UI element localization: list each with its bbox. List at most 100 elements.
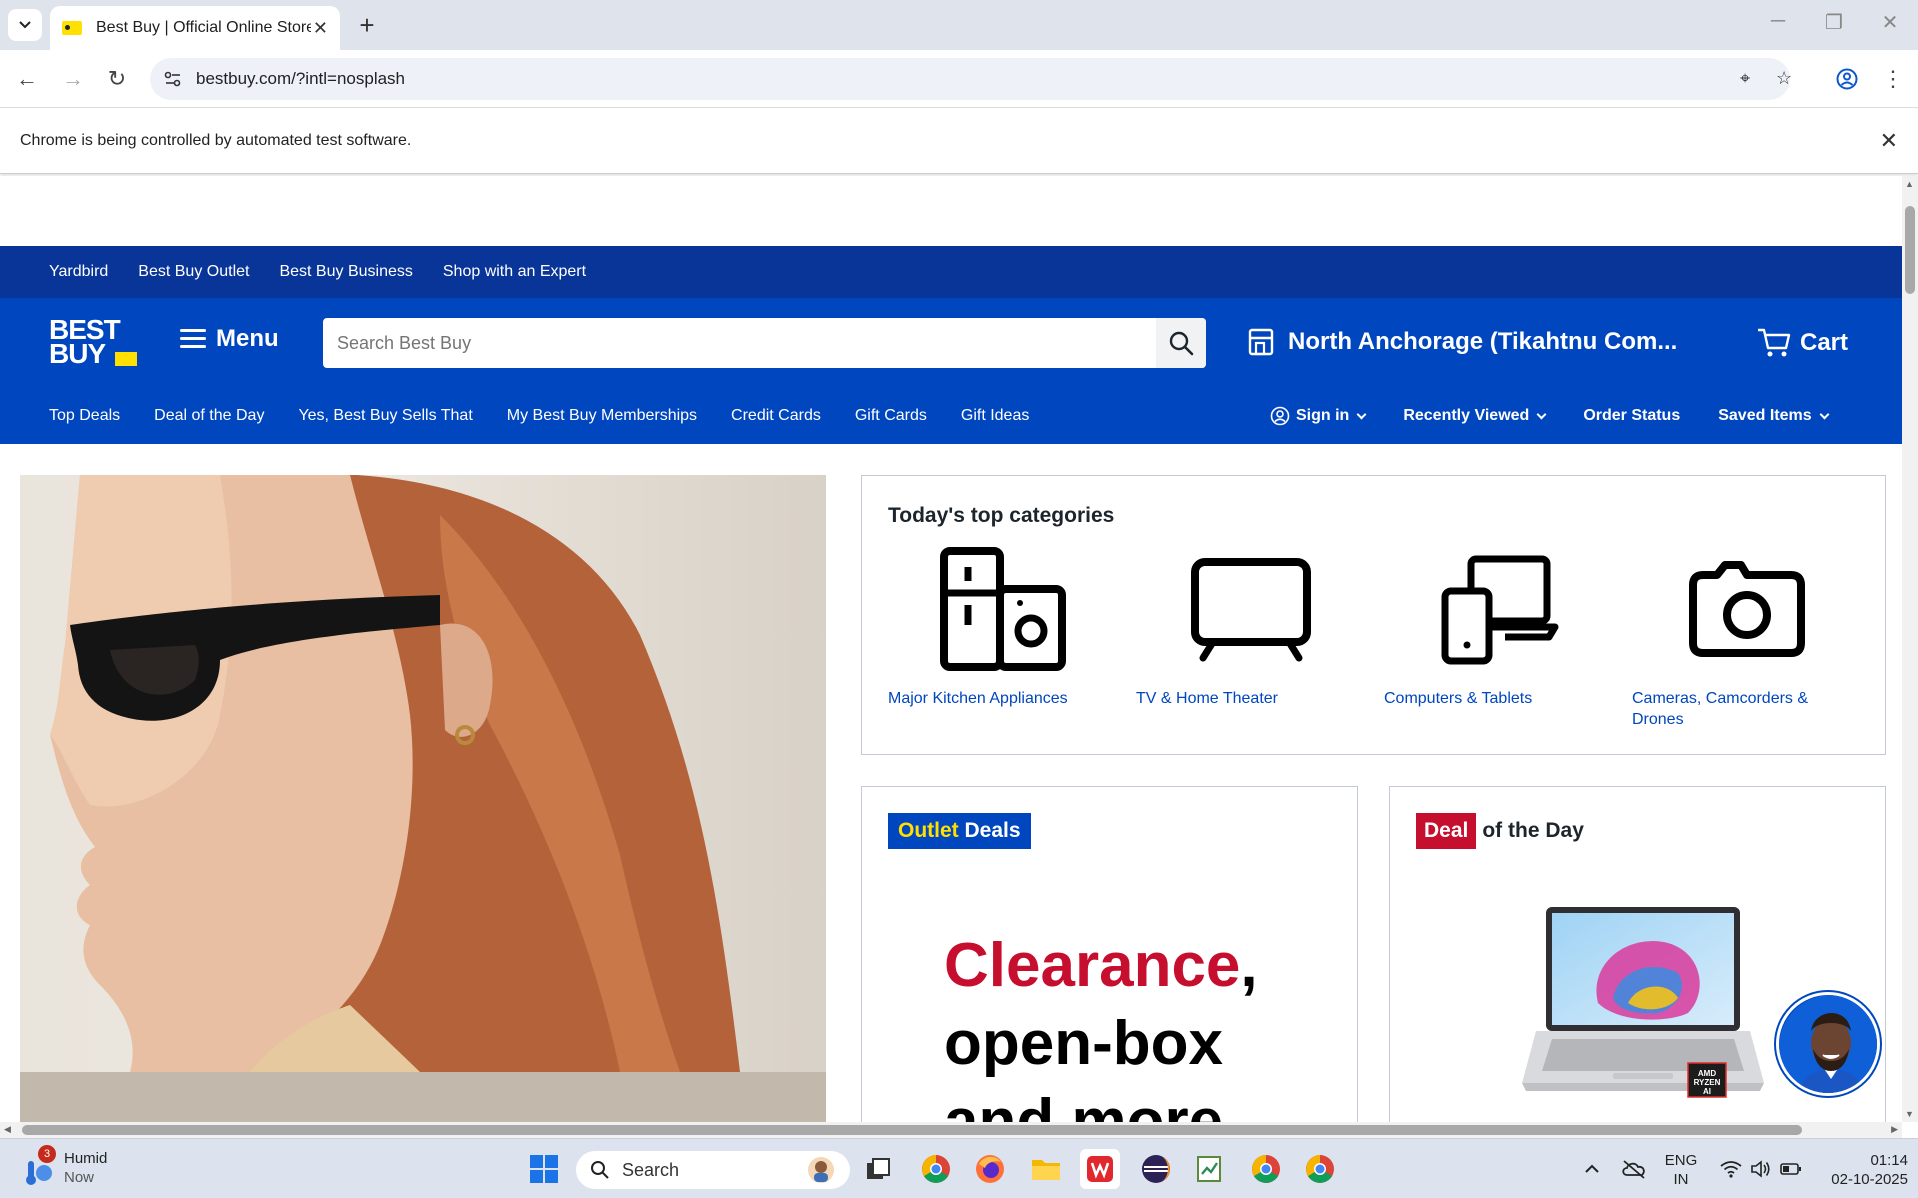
tv-icon [1136, 544, 1366, 674]
taskbar-app-chart[interactable] [1190, 1149, 1230, 1189]
clock[interactable]: 01:14 02-10-2025 [1814, 1151, 1908, 1189]
horizontal-scrollbar-thumb[interactable] [22, 1125, 1802, 1135]
taskbar-firefox[interactable] [970, 1149, 1010, 1189]
category-label: Cameras, Camcorders & Drones [1632, 690, 1809, 728]
main-header: BEST BUY Menu North Anchorage (Tikahtnu … [0, 298, 1902, 388]
saved-items-label: Saved Items [1718, 407, 1812, 424]
order-status-label: Order Status [1583, 407, 1681, 424]
taskbar-chrome-3[interactable] [1300, 1149, 1340, 1189]
language-indicator[interactable]: ENG IN [1660, 1151, 1702, 1189]
outlet-deals-card[interactable]: Outlet Deals Clearance, open-box and mor… [861, 786, 1358, 1122]
account-icon [1270, 406, 1290, 426]
clock-time: 01:14 [1870, 1152, 1908, 1169]
utility-link-business[interactable]: Best Buy Business [279, 263, 412, 281]
chrome-icon [1306, 1155, 1334, 1183]
nav-top-deals[interactable]: Top Deals [49, 407, 120, 425]
cart-button[interactable]: Cart [1756, 326, 1848, 360]
url-field[interactable]: bestbuy.com/?intl=nosplash ⌖ ☆ [150, 58, 1792, 100]
search-bar [323, 318, 1206, 368]
weather-subtitle: Now [64, 1169, 95, 1186]
category-major-kitchen-appliances[interactable]: Major Kitchen Appliances [888, 544, 1118, 709]
taskbar-eclipse[interactable] [1136, 1149, 1176, 1189]
category-computers-tablets[interactable]: Computers & Tablets [1384, 544, 1614, 709]
scroll-right-icon[interactable]: ▶ [1891, 1124, 1898, 1135]
search-highlight-icon [808, 1157, 834, 1183]
chevron-down-icon [19, 21, 31, 29]
outlet-headline: Clearance, open-box and more [944, 927, 1258, 1122]
nav-deal-of-the-day[interactable]: Deal of the Day [154, 407, 264, 425]
tray-overflow-chevron-icon[interactable] [1572, 1149, 1612, 1189]
nav-memberships[interactable]: My Best Buy Memberships [507, 407, 697, 425]
folder-icon [1032, 1160, 1060, 1180]
task-view-button[interactable] [858, 1149, 898, 1189]
category-label: Major Kitchen Appliances [888, 690, 1068, 707]
weather-widget[interactable]: 3 [18, 1145, 58, 1189]
category-tv-home-theater[interactable]: TV & Home Theater [1136, 544, 1366, 709]
start-button[interactable] [524, 1149, 564, 1189]
scroll-down-icon[interactable]: ▼ [1905, 1109, 1914, 1119]
address-bar: ← → ↻ bestbuy.com/?intl=nosplash ⌖ ☆ ⋮ [0, 50, 1918, 108]
forward-icon[interactable]: → [56, 62, 90, 96]
site-settings-icon[interactable] [164, 71, 182, 87]
order-status-link[interactable]: Order Status [1583, 407, 1680, 425]
utility-link-expert[interactable]: Shop with an Expert [443, 263, 586, 281]
recently-viewed-button[interactable]: Recently Viewed [1403, 407, 1547, 425]
browser-tabbar: Best Buy | Official Online Store | ✕ + ─… [0, 0, 1918, 50]
taskbar-chrome-2[interactable] [1246, 1149, 1286, 1189]
saved-items-button[interactable]: Saved Items [1718, 407, 1830, 425]
bookmark-star-icon[interactable]: ☆ [1776, 68, 1792, 89]
recently-viewed-label: Recently Viewed [1403, 407, 1530, 424]
of-the-day-text: of the Day [1482, 819, 1584, 842]
search-button[interactable] [1156, 318, 1206, 368]
menu-button[interactable]: Menu [180, 324, 279, 353]
chat-agent-avatar[interactable] [1776, 992, 1880, 1096]
scroll-left-icon[interactable]: ◀ [4, 1124, 11, 1135]
close-window-icon[interactable]: ✕ [1870, 10, 1910, 35]
headline-comma: , [1240, 931, 1258, 1000]
bestbuy-logo[interactable]: BEST BUY [49, 316, 137, 370]
back-icon[interactable]: ← [10, 62, 44, 96]
nav-credit-cards[interactable]: Credit Cards [731, 407, 821, 425]
utility-nav: Yardbird Best Buy Outlet Best Buy Busine… [0, 246, 1902, 298]
windows-logo-icon [530, 1155, 558, 1183]
vertical-scrollbar[interactable]: ▲ ▼ [1902, 176, 1918, 1122]
editor-icon [1197, 1156, 1221, 1182]
page-viewport: Yardbird Best Buy Outlet Best Buy Busine… [0, 176, 1902, 1122]
chevron-down-icon [1356, 409, 1367, 420]
search-input[interactable] [323, 318, 1163, 368]
nav-yes-best-buy-sells-that[interactable]: Yes, Best Buy Sells That [298, 407, 472, 425]
sign-in-button[interactable]: Sign in [1270, 406, 1367, 426]
vertical-scrollbar-thumb[interactable] [1905, 206, 1915, 294]
browser-menu-icon[interactable]: ⋮ [1876, 62, 1910, 96]
taskbar-wps[interactable] [1080, 1149, 1120, 1189]
clock-date: 02-10-2025 [1831, 1171, 1908, 1188]
wps-office-icon [1087, 1156, 1113, 1182]
horizontal-scrollbar[interactable]: ◀ ▶ [0, 1122, 1902, 1138]
nav-gift-cards[interactable]: Gift Cards [855, 407, 927, 425]
location-icon[interactable]: ⌖ [1740, 68, 1750, 89]
onedrive-offline-icon[interactable] [1614, 1149, 1654, 1189]
profile-icon[interactable] [1830, 62, 1864, 96]
utility-link-yardbird[interactable]: Yardbird [49, 263, 108, 281]
nav-gift-ideas[interactable]: Gift Ideas [961, 407, 1029, 425]
utility-link-outlet[interactable]: Best Buy Outlet [138, 263, 249, 281]
weather-title: Humid [64, 1150, 108, 1167]
restore-icon[interactable]: ❐ [1814, 10, 1854, 35]
infobar-close-icon[interactable]: ✕ [1880, 128, 1898, 154]
minimize-icon[interactable]: ─ [1758, 10, 1798, 33]
tab-close-icon[interactable]: ✕ [313, 18, 328, 39]
tab-search-button[interactable] [8, 9, 42, 41]
reload-icon[interactable]: ↻ [100, 62, 134, 96]
taskbar-chrome-1[interactable] [916, 1149, 956, 1189]
wifi-icon [1720, 1161, 1742, 1178]
menu-label: Menu [216, 324, 279, 352]
new-tab-button[interactable]: + [352, 10, 382, 40]
hero-banner-image[interactable] [20, 475, 826, 1122]
browser-tab-active[interactable]: Best Buy | Official Online Store | ✕ [50, 6, 340, 50]
quick-settings-button[interactable] [1706, 1149, 1816, 1189]
category-cameras-camcorders-drones[interactable]: Cameras, Camcorders & Drones [1632, 544, 1862, 730]
store-selector[interactable]: North Anchorage (Tikahtnu Com... [1246, 326, 1677, 358]
scroll-up-icon[interactable]: ▲ [1905, 179, 1914, 189]
taskbar-file-explorer[interactable] [1026, 1149, 1066, 1189]
taskbar-search[interactable]: Search [576, 1151, 850, 1189]
